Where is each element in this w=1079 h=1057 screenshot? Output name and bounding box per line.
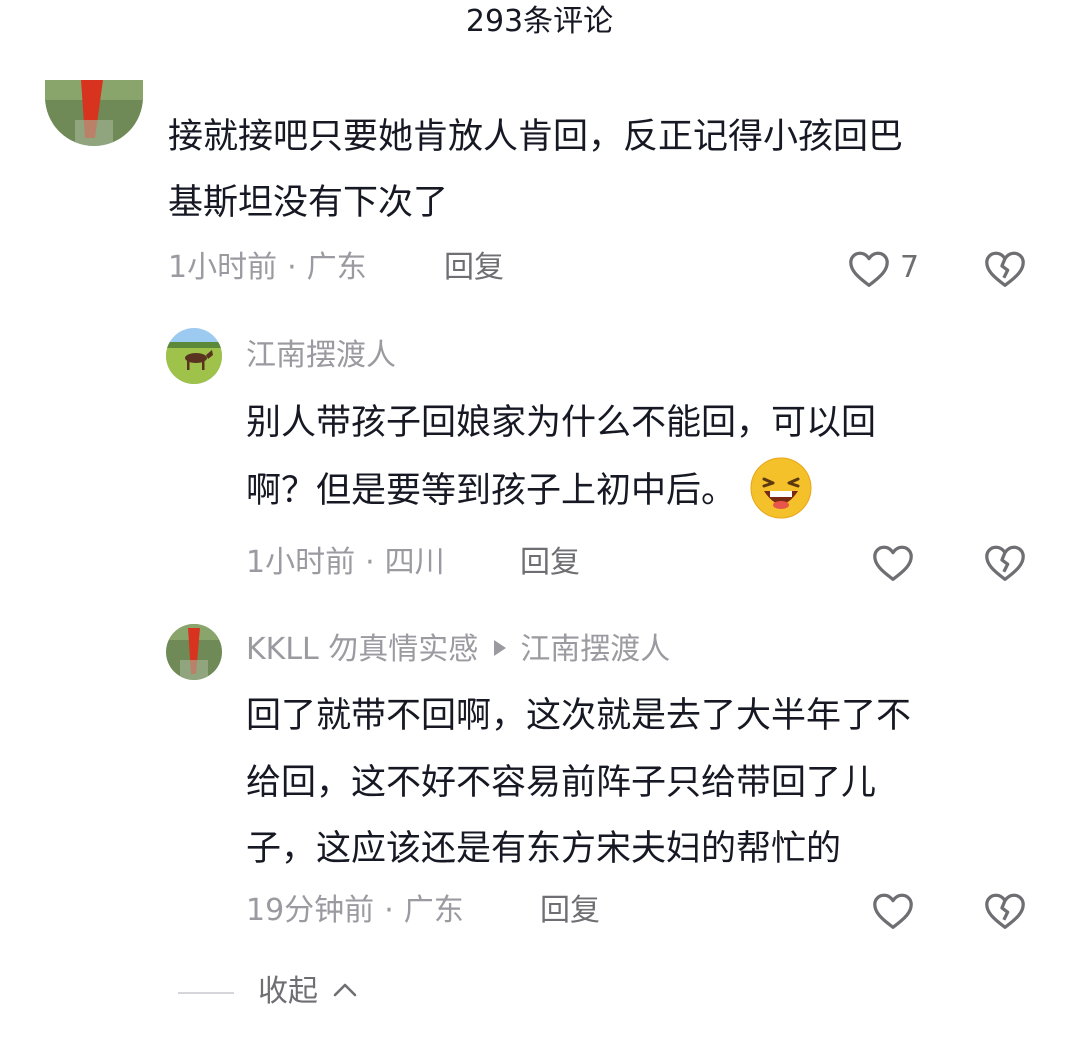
cut-off-username <box>168 44 468 68</box>
username[interactable]: KKLL 勿真情实感 <box>246 632 478 667</box>
comment-text-line: 回了就带不回啊，这次就是去了大半年了不 <box>246 696 912 736</box>
comment-meta: 19分钟前 · 广东 <box>246 891 464 931</box>
chevron-up-icon <box>332 970 358 1010</box>
meta-separator: · <box>365 545 375 580</box>
comment-text-segment: 啊？但是要等到孩子上初中后。 <box>246 471 737 511</box>
avatar[interactable] <box>45 80 143 146</box>
comment-text-line: 基斯坦没有下次了 <box>168 183 449 223</box>
heart-outline-icon[interactable] <box>870 888 916 934</box>
comment-location: 四川 <box>384 545 445 580</box>
comment-text-line: 啊？但是要等到孩子上初中后。 <box>246 457 812 524</box>
comment-location: 广东 <box>306 250 367 285</box>
broken-heart-icon[interactable] <box>982 540 1028 586</box>
meta-separator: · <box>287 250 297 285</box>
collapse-label: 收起 <box>258 974 318 1009</box>
comment-text-line: 别人带孩子回娘家为什么不能回，可以回 <box>246 403 877 443</box>
collapse-divider <box>178 992 234 994</box>
comments-header-title: 293条评论 <box>465 4 614 39</box>
avatar[interactable] <box>166 624 222 680</box>
comment-text-line: 子，这应该还是有东方宋夫妇的帮忙的 <box>246 829 842 869</box>
reply-arrow-icon <box>494 639 507 656</box>
comment-meta: 1小时前 · 四川 <box>246 543 445 583</box>
heart-outline-icon[interactable] <box>846 246 892 292</box>
reply-to-username[interactable]: 江南摆渡人 <box>520 632 670 667</box>
broken-heart-icon[interactable] <box>982 888 1028 934</box>
laughing-emoji-icon <box>750 457 812 519</box>
username[interactable]: 江南摆渡人 <box>246 336 396 376</box>
username-row: KKLL 勿真情实感 江南摆渡人 <box>246 630 670 670</box>
reply-button[interactable]: 回复 <box>444 248 504 288</box>
comment-text-line: 接就接吧只要她肯放人肯回，反正记得小孩回巴 <box>168 117 904 157</box>
comment-location: 广东 <box>403 893 464 928</box>
reply-button[interactable]: 回复 <box>520 543 580 583</box>
avatar[interactable] <box>166 328 222 384</box>
meta-separator: · <box>384 893 394 928</box>
comment-time: 19分钟前 <box>246 893 375 928</box>
comment-meta: 1小时前 · 广东 <box>168 248 367 288</box>
comment-time: 1小时前 <box>168 250 278 285</box>
heart-outline-icon[interactable] <box>870 540 916 586</box>
comment-text-line: 给回，这不好不容易前阵子只给带回了儿 <box>246 763 877 803</box>
reply-button[interactable]: 回复 <box>540 891 600 931</box>
like-count: 7 <box>900 250 920 285</box>
collapse-replies-button[interactable]: 收起 <box>258 972 358 1013</box>
comment-time: 1小时前 <box>246 545 356 580</box>
broken-heart-icon[interactable] <box>982 246 1028 292</box>
